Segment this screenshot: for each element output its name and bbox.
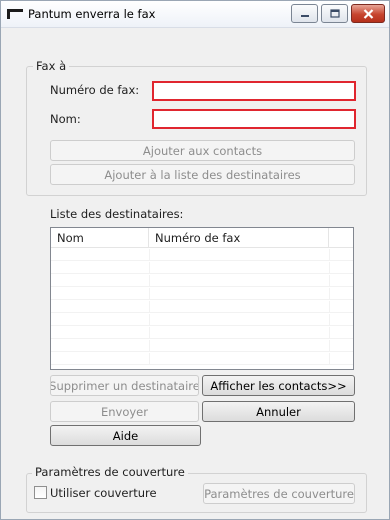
list-row	[51, 340, 353, 352]
name-input[interactable]	[152, 109, 356, 129]
title-bar: Pantum enverra le fax	[1, 1, 389, 28]
list-row	[51, 275, 353, 287]
close-button[interactable]	[351, 4, 385, 23]
remove-recipient-button[interactable]: Supprimer un destinataire	[50, 375, 199, 396]
help-button[interactable]: Aide	[50, 425, 201, 446]
fax-to-group-label: Fax à	[33, 59, 70, 73]
minimize-button[interactable]	[291, 4, 318, 23]
list-row	[51, 314, 353, 326]
cancel-button[interactable]: Annuler	[202, 401, 355, 422]
add-to-recipients-button[interactable]: Ajouter à la liste des destinataires	[50, 164, 355, 185]
fax-number-input[interactable]	[152, 81, 356, 101]
recipients-list-header: Nom Numéro de fax	[51, 228, 353, 248]
recipients-list-label: Liste des destinataires:	[50, 207, 184, 221]
list-row	[51, 353, 353, 365]
send-button[interactable]: Envoyer	[50, 401, 199, 422]
maximize-icon	[329, 9, 340, 18]
use-cover-label[interactable]: Utiliser couverture	[50, 486, 157, 500]
fax-dialog-window: Pantum enverra le fax Fax à Numéro de fa…	[0, 0, 390, 520]
cover-settings-button[interactable]: Paramètres de couverture	[203, 483, 355, 504]
close-icon	[363, 8, 373, 19]
cover-settings-group-label: Paramètres de couverture	[32, 465, 188, 479]
column-header-name[interactable]: Nom	[51, 228, 149, 248]
list-row	[51, 262, 353, 274]
recipients-list[interactable]: Nom Numéro de fax	[50, 227, 354, 370]
fax-number-label: Numéro de fax:	[50, 83, 140, 97]
name-label: Nom:	[50, 112, 81, 126]
list-row	[51, 327, 353, 339]
window-title: Pantum enverra le fax	[28, 7, 156, 21]
minimize-icon	[300, 14, 309, 17]
list-row	[51, 288, 353, 300]
add-to-contacts-button[interactable]: Ajouter aux contacts	[50, 140, 355, 161]
show-contacts-button[interactable]: Afficher les contacts>>	[202, 375, 355, 396]
list-row	[51, 249, 353, 261]
use-cover-checkbox[interactable]	[34, 486, 47, 499]
printer-fax-icon	[7, 9, 23, 19]
column-header-fax-number[interactable]: Numéro de fax	[149, 228, 329, 248]
maximize-button[interactable]	[321, 4, 348, 23]
list-row	[51, 301, 353, 313]
